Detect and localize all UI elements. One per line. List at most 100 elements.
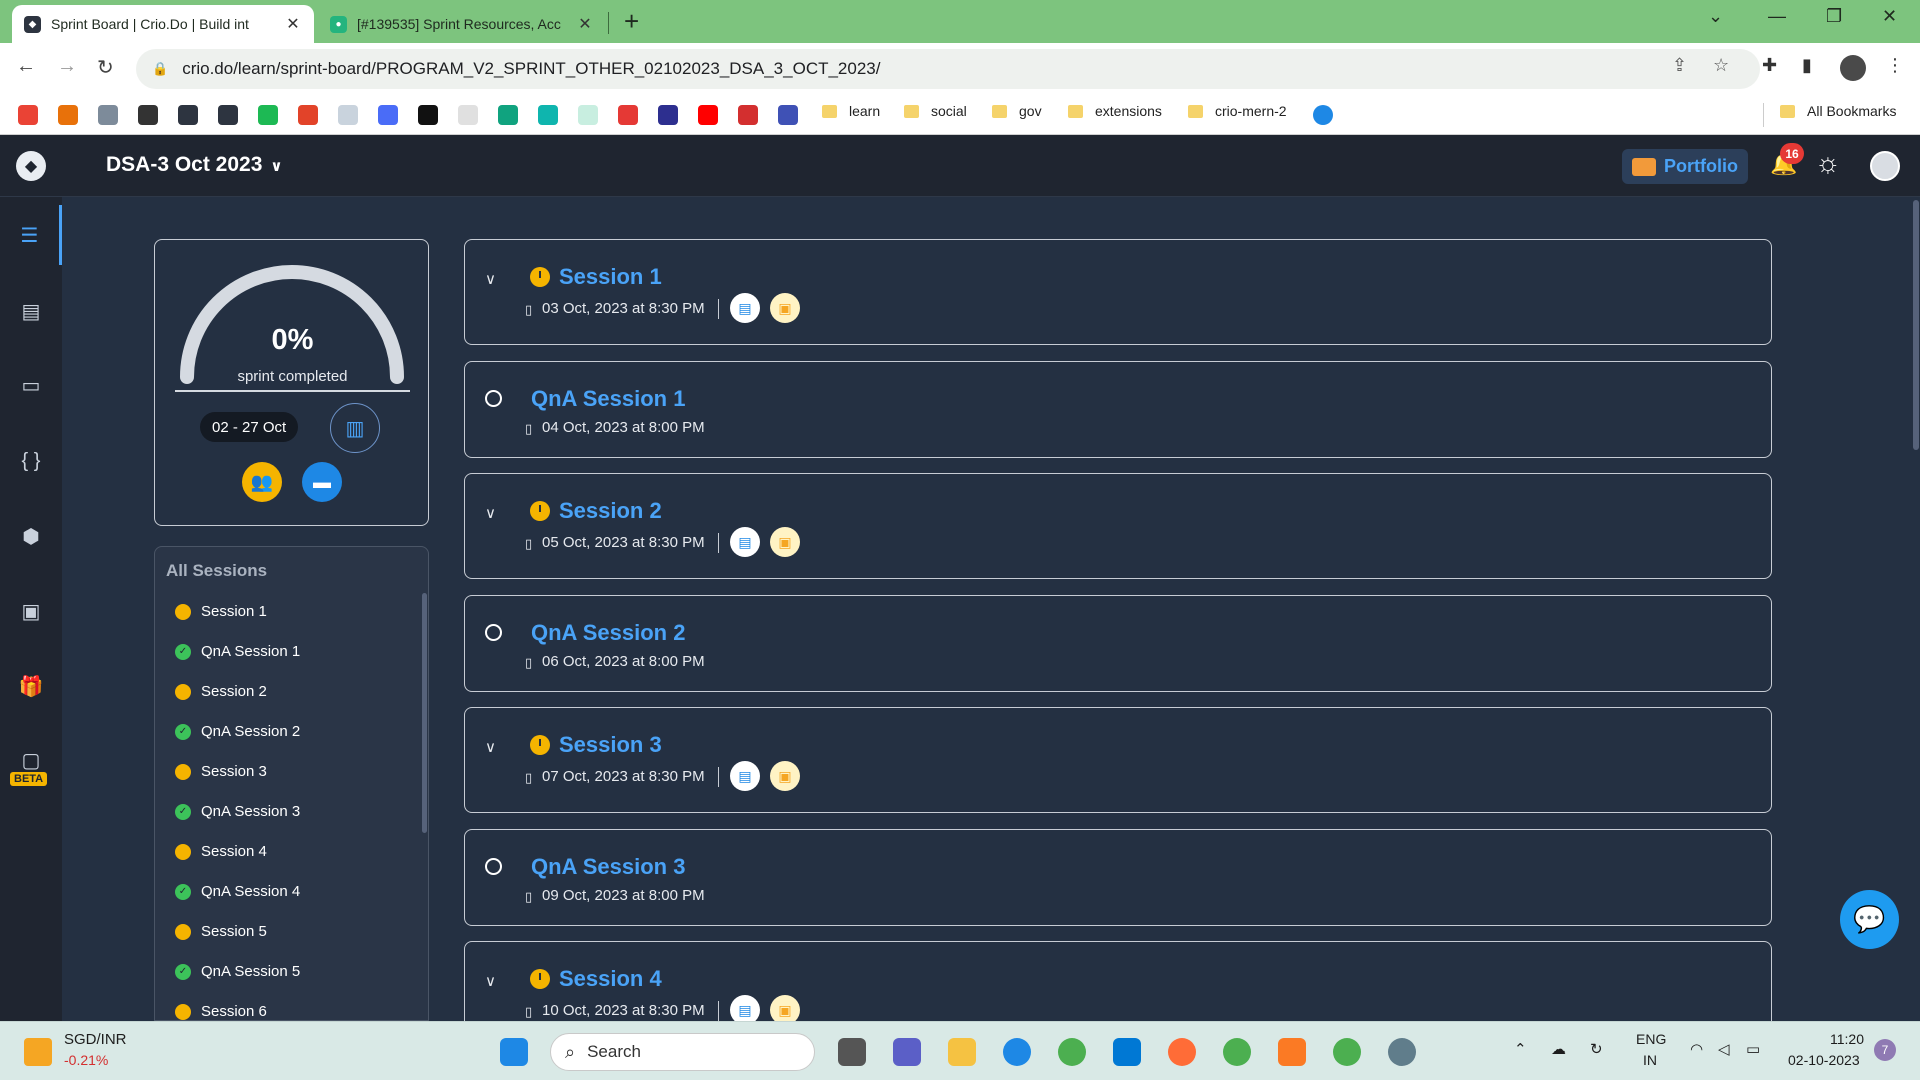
url-field[interactable]: 🔒 crio.do/learn/sprint-board/PROGRAM_V2_…: [136, 49, 1760, 89]
bookmark-star-icon[interactable]: ☆: [1713, 55, 1729, 76]
bookmark-folder-crio-mern-2[interactable]: crio-mern-2: [1188, 103, 1287, 119]
unstop-icon[interactable]: [658, 105, 678, 125]
stocks-widget-icon[interactable]: [24, 1038, 52, 1066]
document-icon[interactable]: ▤: [730, 293, 760, 323]
cube-icon[interactable]: ⬢: [0, 506, 62, 566]
all-sessions-item[interactable]: Session 6: [175, 1003, 267, 1020]
teams-icon[interactable]: [893, 1038, 921, 1066]
tab-search-chevron-icon[interactable]: ⌄: [1708, 6, 1723, 27]
library-button[interactable]: ▥: [330, 403, 380, 453]
presentation-icon[interactable]: ▣: [770, 761, 800, 791]
laptop-icon[interactable]: ▭: [0, 355, 62, 415]
youtube-icon[interactable]: [698, 105, 718, 125]
session-title[interactable]: QnA Session 2: [531, 620, 685, 646]
ticket-button[interactable]: ▬: [302, 462, 342, 502]
xampp-icon[interactable]: [1278, 1038, 1306, 1066]
edge-icon[interactable]: [1003, 1038, 1031, 1066]
all-sessions-item[interactable]: Session 5: [175, 923, 267, 940]
chrome-app-icon[interactable]: [378, 105, 398, 125]
chevron-down-icon[interactable]: ∨: [485, 504, 496, 522]
team-button[interactable]: 👥: [242, 462, 282, 502]
all-sessions-item[interactable]: Session 2: [175, 683, 267, 700]
crio-icon[interactable]: [218, 105, 238, 125]
close-icon[interactable]: ✕: [284, 14, 302, 34]
chrome-profile-icon[interactable]: [1333, 1038, 1361, 1066]
chevron-down-icon[interactable]: ∨: [485, 972, 496, 990]
chatgpt-icon[interactable]: [98, 105, 118, 125]
chat-button[interactable]: 💬: [1840, 890, 1899, 949]
restore-icon[interactable]: ❐: [1826, 6, 1842, 27]
session-card[interactable]: ∨ Session 1 ▯ 03 Oct, 2023 at 8:30 PM ▤ ▣: [464, 239, 1772, 345]
gitlab-icon[interactable]: [298, 105, 318, 125]
avatar[interactable]: [1870, 151, 1900, 181]
chrome-icon[interactable]: [1058, 1038, 1086, 1066]
code-braces-icon[interactable]: { }: [0, 431, 62, 491]
profile-avatar-icon[interactable]: [1840, 55, 1866, 81]
session-title[interactable]: Session 1: [559, 264, 662, 290]
theme-toggle-icon[interactable]: ☼: [1815, 147, 1841, 179]
all-sessions-item[interactable]: ✓ QnA Session 1: [175, 643, 300, 660]
bookmark-folder-extensions[interactable]: extensions: [1068, 103, 1162, 119]
volume-icon[interactable]: ◁: [1718, 1040, 1730, 1058]
side-panel-icon[interactable]: ▮: [1802, 55, 1812, 76]
diamond-icon[interactable]: [538, 105, 558, 125]
grid-app-icon[interactable]: [618, 105, 638, 125]
session-title[interactable]: QnA Session 3: [531, 854, 685, 880]
settings-gear-icon[interactable]: [1388, 1038, 1416, 1066]
clock-date[interactable]: 02-10-2023: [1788, 1052, 1860, 1068]
chrome-profile-icon[interactable]: [1223, 1038, 1251, 1066]
portfolio-button[interactable]: Portfolio: [1622, 149, 1748, 184]
session-card[interactable]: ∨ Session 3 ▯ 07 Oct, 2023 at 8:30 PM ▤ ▣: [464, 707, 1772, 813]
new-tab-icon[interactable]: +: [624, 6, 639, 37]
qna-session-card[interactable]: QnA Session 1 ▯ 04 Oct, 2023 at 8:00 PM: [464, 361, 1772, 458]
brand-icon[interactable]: [738, 105, 758, 125]
all-sessions-item[interactable]: Session 4: [175, 843, 267, 860]
windows-start-icon[interactable]: [500, 1038, 528, 1066]
bookmark-folder-gov[interactable]: gov: [992, 103, 1042, 119]
chevron-down-icon[interactable]: ∨: [485, 738, 496, 756]
file-explorer-icon[interactable]: [948, 1038, 976, 1066]
bookmark-folder-social[interactable]: social: [904, 103, 967, 119]
all-sessions-item[interactable]: ✓ QnA Session 3: [175, 803, 300, 820]
sprint-list-icon[interactable]: ☰: [0, 205, 62, 265]
session-title[interactable]: QnA Session 1: [531, 386, 685, 412]
document-icon[interactable]: ▤: [730, 761, 760, 791]
tab-sprint-resources[interactable]: ● [#139535] Sprint Resources, Acc ✕: [318, 5, 606, 43]
battery-icon[interactable]: ▭: [1746, 1040, 1760, 1058]
tray-chevron-icon[interactable]: ⌃: [1514, 1040, 1527, 1058]
openai-icon[interactable]: [498, 105, 518, 125]
presentation-icon[interactable]: ▣: [770, 293, 800, 323]
clock-time[interactable]: 11:20: [1830, 1031, 1864, 1047]
list-scrollbar[interactable]: [422, 593, 427, 833]
language-line1[interactable]: ENG: [1636, 1031, 1666, 1047]
close-icon[interactable]: ✕: [576, 14, 594, 34]
all-bookmarks[interactable]: All Bookmarks: [1780, 103, 1896, 119]
crio-logo-icon[interactable]: ◆: [16, 151, 46, 181]
menu-kebab-icon[interactable]: ⋮: [1886, 55, 1904, 76]
vscode-icon[interactable]: [1113, 1038, 1141, 1066]
all-sessions-item[interactable]: ✓ QnA Session 5: [175, 963, 300, 980]
square-app-icon[interactable]: [578, 105, 598, 125]
gift-icon[interactable]: 🎁: [0, 656, 62, 716]
onedrive-icon[interactable]: ☁: [1551, 1040, 1566, 1058]
github-icon[interactable]: [138, 105, 158, 125]
tab-sprint-board[interactable]: ◆ Sprint Board | Crio.Do | Build int ✕: [12, 5, 314, 43]
chevron-down-icon[interactable]: ∨: [485, 270, 496, 288]
qna-session-card[interactable]: QnA Session 2 ▯ 06 Oct, 2023 at 8:00 PM: [464, 595, 1772, 692]
sync-icon[interactable]: ↻: [1590, 1040, 1603, 1058]
wifi-icon[interactable]: ◠: [1690, 1040, 1703, 1058]
briefcase-icon[interactable]: ▣: [0, 581, 62, 641]
all-sessions-item[interactable]: Session 1: [175, 603, 267, 620]
session-title[interactable]: Session 2: [559, 498, 662, 524]
all-sessions-item[interactable]: ✓ QnA Session 2: [175, 723, 300, 740]
document-icon[interactable]: ▤: [730, 527, 760, 557]
bookmark-folder-learn[interactable]: learn: [822, 103, 880, 119]
dell-icon[interactable]: [1313, 105, 1333, 125]
session-title[interactable]: Session 4: [559, 966, 662, 992]
extensions-puzzle-icon[interactable]: ✚: [1762, 55, 1777, 76]
radio-circle-icon[interactable]: [485, 624, 502, 641]
page-scrollbar[interactable]: [1913, 200, 1919, 450]
minimize-icon[interactable]: —: [1768, 6, 1786, 27]
shield-icon[interactable]: [258, 105, 278, 125]
program-selector[interactable]: DSA-3 Oct 2023 ∨: [106, 153, 283, 177]
